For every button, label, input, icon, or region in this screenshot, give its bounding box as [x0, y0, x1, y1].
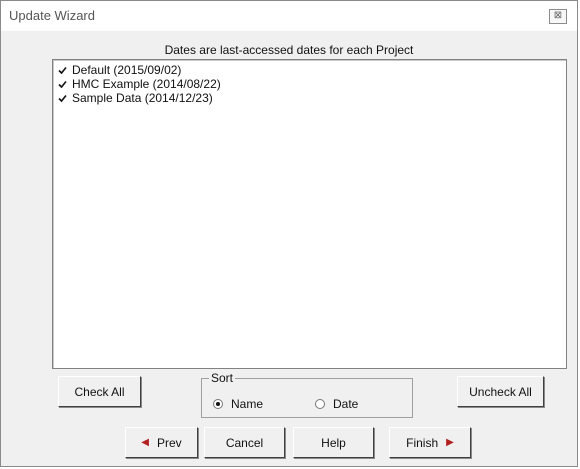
help-label: Help [321, 435, 346, 450]
radio-unselected-icon [315, 399, 325, 409]
prev-label: Prev [157, 435, 182, 450]
sort-group-label: Sort [209, 371, 236, 385]
check-all-button[interactable]: Check All [58, 376, 141, 407]
sort-name-label: Name [231, 397, 264, 411]
project-label: Default (2015/09/02) [72, 63, 182, 77]
check-icon [58, 94, 67, 102]
prev-button[interactable]: ◀ Prev [125, 427, 198, 458]
uncheck-all-label: Uncheck All [469, 384, 532, 399]
help-button[interactable]: Help [293, 427, 374, 458]
cancel-button[interactable]: Cancel [204, 427, 285, 458]
project-list[interactable]: Default (2015/09/02) HMC Example (2014/0… [52, 59, 567, 369]
sort-date-label: Date [333, 397, 359, 411]
sort-date-radio[interactable]: Date [315, 397, 358, 411]
update-wizard-window: Update Wizard ⊠ Dates are last-accessed … [0, 0, 578, 467]
finish-label: Finish [406, 435, 439, 450]
list-item[interactable]: Default (2015/09/02) [58, 63, 181, 77]
sort-name-radio[interactable]: Name [213, 397, 263, 411]
radio-selected-icon [213, 399, 223, 409]
title-bar: Update Wizard ⊠ [1, 1, 577, 31]
close-icon: ⊠ [553, 10, 563, 21]
cancel-label: Cancel [225, 435, 264, 450]
window-title: Update Wizard [9, 8, 95, 23]
arrow-left-icon: ◀ [141, 437, 149, 448]
close-button[interactable]: ⊠ [549, 9, 567, 24]
project-checkbox[interactable] [58, 80, 67, 89]
arrow-right-icon: ▶ [446, 437, 454, 448]
check-icon [58, 80, 67, 88]
finish-button[interactable]: Finish ▶ [389, 427, 471, 458]
uncheck-all-button[interactable]: Uncheck All [457, 376, 544, 407]
project-checkbox[interactable] [58, 66, 67, 75]
list-item[interactable]: HMC Example (2014/08/22) [58, 77, 221, 91]
list-caption: Dates are last-accessed dates for each P… [164, 43, 414, 57]
project-checkbox[interactable] [58, 94, 67, 103]
project-label: HMC Example (2014/08/22) [72, 77, 221, 91]
list-item[interactable]: Sample Data (2014/12/23) [58, 91, 213, 105]
check-all-label: Check All [74, 384, 125, 399]
project-label: Sample Data (2014/12/23) [72, 91, 213, 105]
check-icon [58, 66, 67, 74]
